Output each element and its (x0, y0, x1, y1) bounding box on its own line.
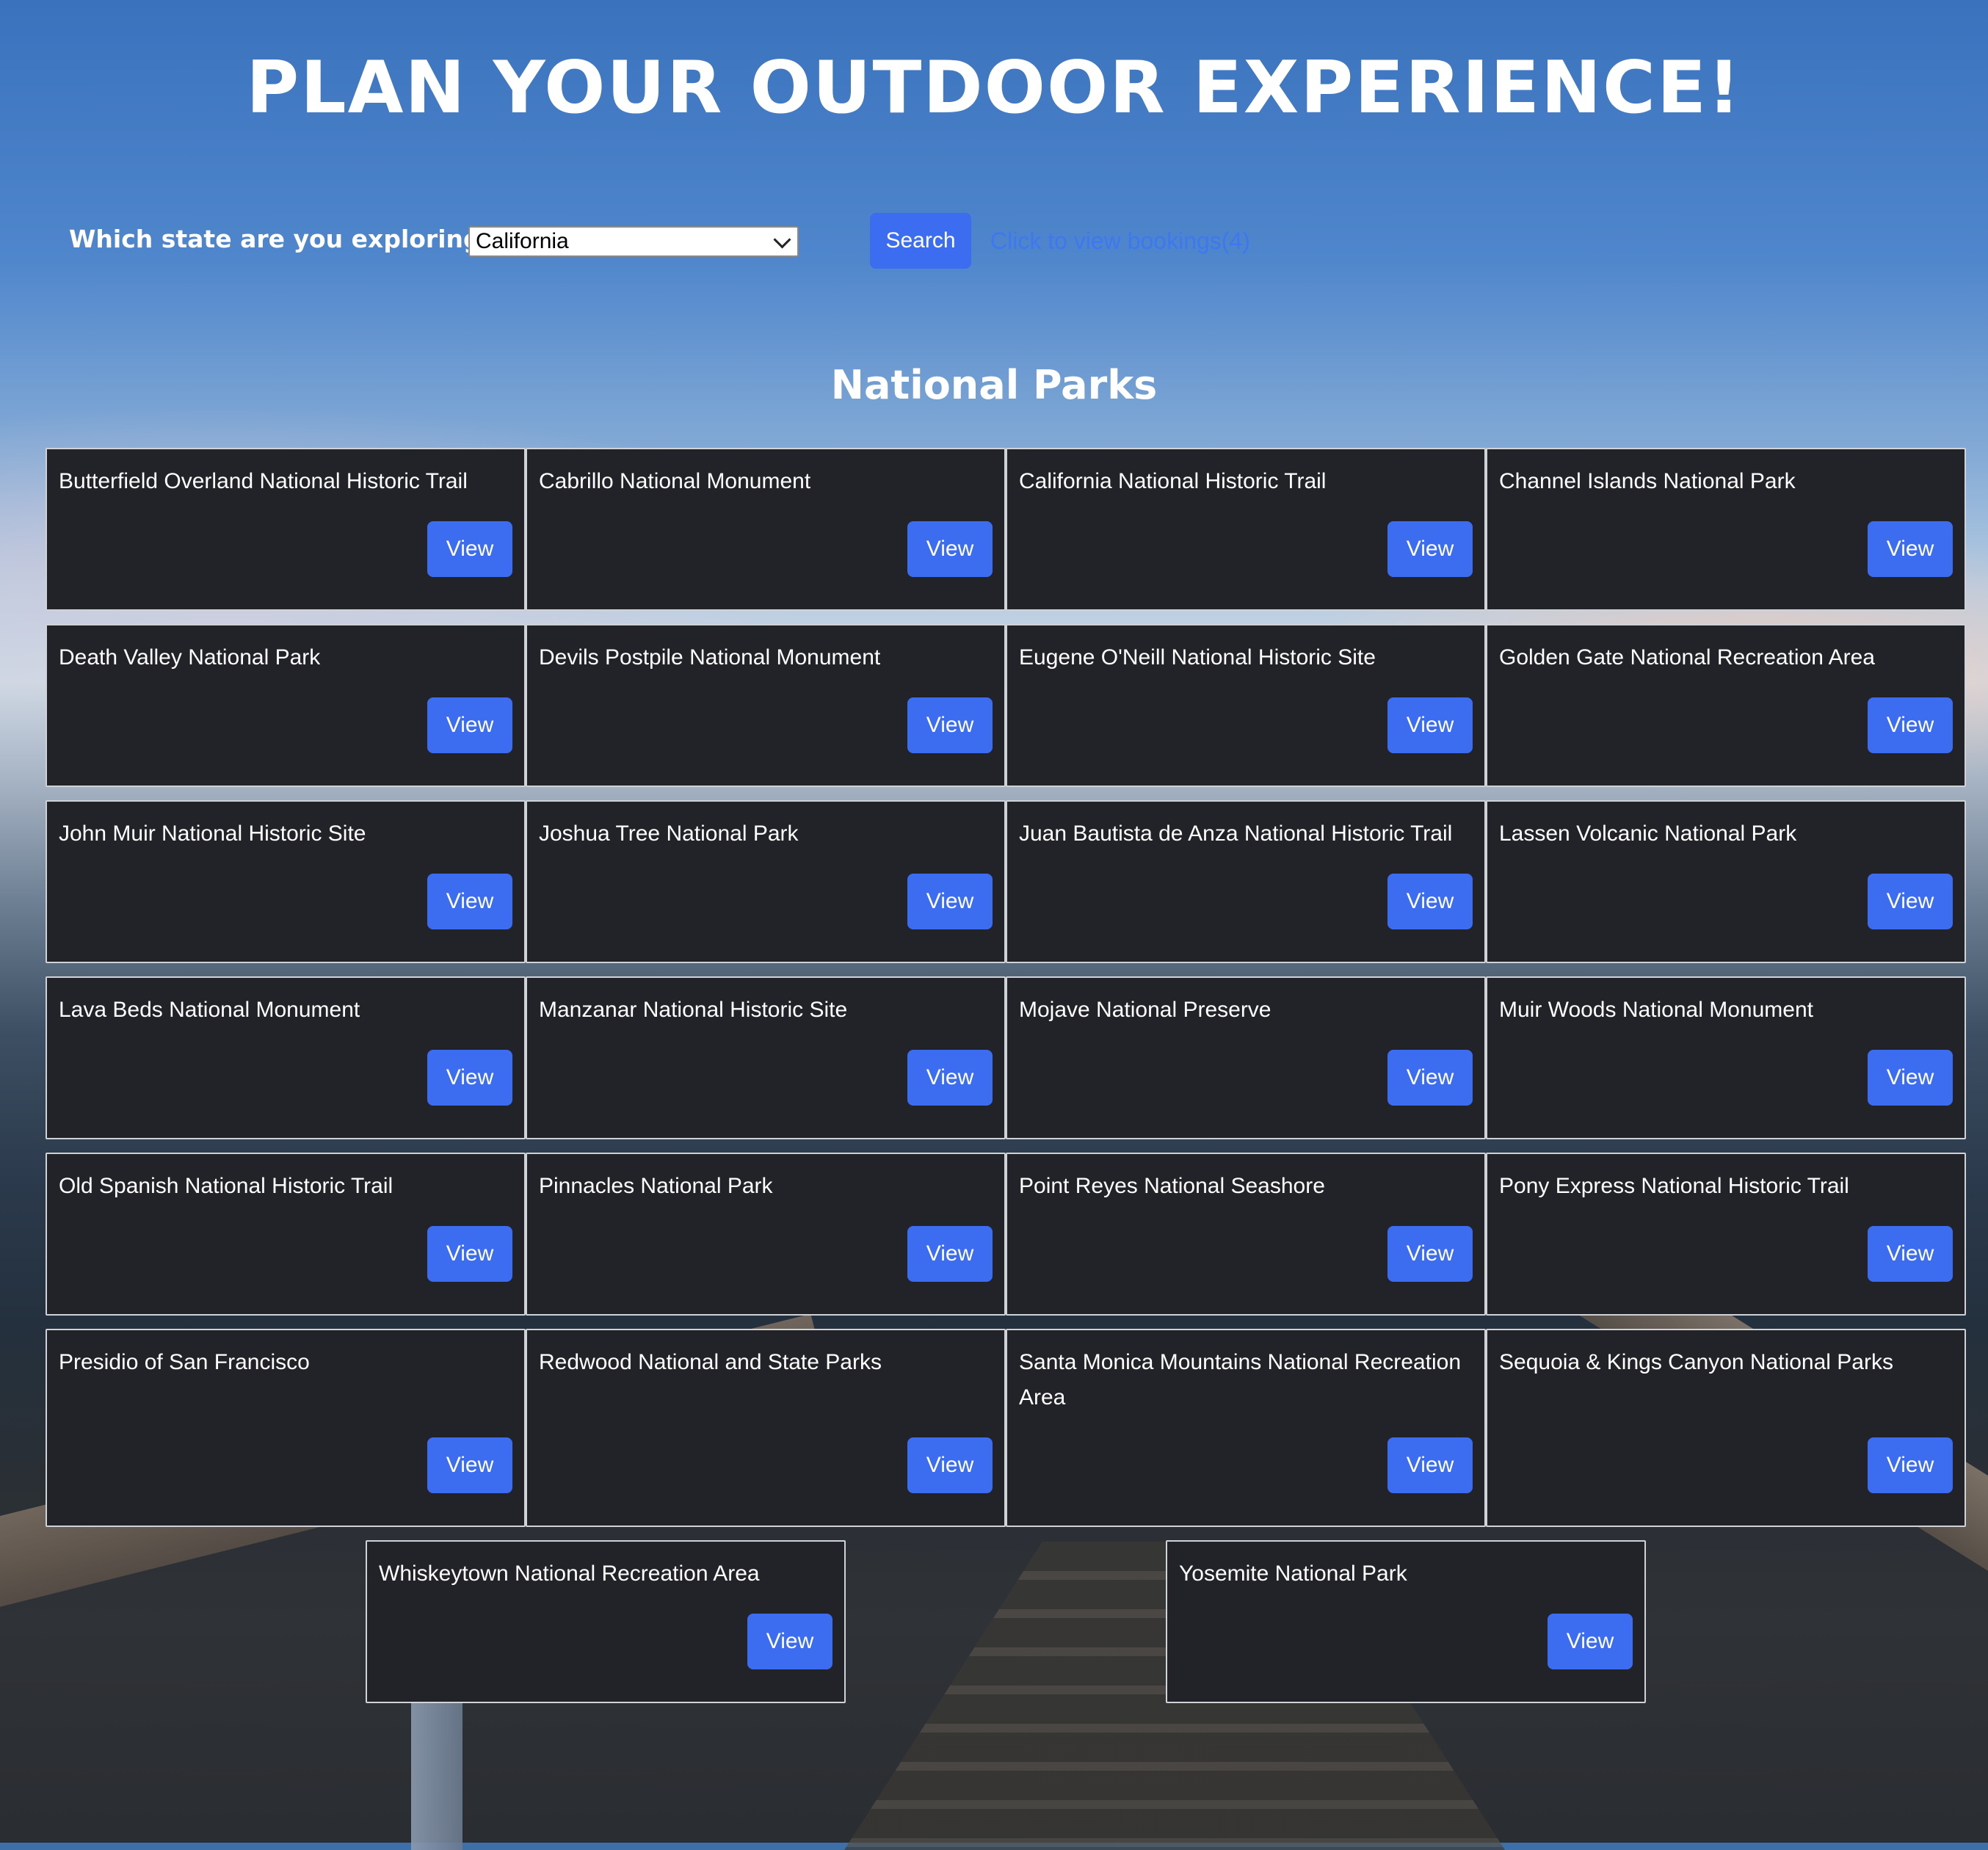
park-name: Lassen Volcanic National Park (1499, 821, 1797, 846)
park-name: Presidio of San Francisco (59, 1350, 310, 1374)
state-select-value: California (476, 229, 569, 253)
park-card: Point Reyes National Seashore View (1006, 1153, 1486, 1316)
park-card: Lassen Volcanic National Park View (1486, 800, 1966, 963)
state-select[interactable]: California (468, 226, 799, 257)
park-card: Butterfield Overland National Historic T… (46, 448, 526, 611)
park-card: Sequoia & Kings Canyon National Parks Vie… (1486, 1329, 1966, 1527)
park-name: Sequoia & Kings Canyon National Parks (1499, 1350, 1893, 1374)
park-card: Lava Beds National Monument View (46, 976, 526, 1139)
park-name: Lava Beds National Monument (59, 998, 360, 1022)
search-button[interactable]: Search (870, 213, 971, 269)
park-name: Santa Monica Mountains National Recreati… (1019, 1350, 1462, 1410)
view-park-button[interactable]: View (427, 1050, 512, 1106)
park-card: Mojave National Preserve View (1006, 976, 1486, 1139)
park-card: Cabrillo National Monument View (526, 448, 1006, 611)
park-card: Devils Postpile National Monument View (526, 624, 1006, 787)
view-park-button[interactable]: View (427, 521, 512, 577)
park-card: Yosemite National Park View (1166, 1540, 1646, 1703)
park-card: Whiskeytown National Recreation Area View (366, 1540, 846, 1703)
view-park-button[interactable]: View (1387, 874, 1473, 929)
park-name: Butterfield Overland National Historic T… (59, 469, 468, 493)
park-card: John Muir National Historic Site View (46, 800, 526, 963)
park-card: Juan Bautista de Anza National Historic … (1006, 800, 1486, 963)
park-card: Old Spanish National Historic Trail View (46, 1153, 526, 1316)
view-park-button[interactable]: View (1868, 1437, 1953, 1493)
view-park-button[interactable]: View (1387, 1050, 1473, 1106)
park-name: California National Historic Trail (1019, 469, 1327, 493)
view-park-button[interactable]: View (907, 874, 993, 929)
park-name: Golden Gate National Recreation Area (1499, 645, 1875, 670)
park-card: California National Historic Trail View (1006, 448, 1486, 611)
view-park-button[interactable]: View (1387, 521, 1473, 577)
park-name: Point Reyes National Seashore (1019, 1174, 1325, 1198)
chevron-down-icon (773, 231, 791, 249)
view-park-button[interactable]: View (427, 697, 512, 753)
park-name: Yosemite National Park (1179, 1561, 1407, 1586)
park-name: Manzanar National Historic Site (539, 998, 848, 1022)
park-name: Cabrillo National Monument (539, 469, 811, 493)
park-name: Channel Islands National Park (1499, 469, 1796, 493)
park-name: Old Spanish National Historic Trail (59, 1174, 393, 1198)
park-card: Presidio of San Francisco View (46, 1329, 526, 1527)
view-bookings-link[interactable]: Click to view bookings(4) (990, 226, 1250, 255)
view-park-button[interactable]: View (1868, 1050, 1953, 1106)
park-card: Muir Woods National Monument View (1486, 976, 1966, 1139)
state-label: Which state are you exploring? (69, 225, 495, 253)
view-park-button[interactable]: View (427, 874, 512, 929)
park-card: Redwood National and State Parks View (526, 1329, 1006, 1527)
view-park-button[interactable]: View (1387, 1437, 1473, 1493)
park-card: Eugene O'Neill National Historic Site Vie… (1006, 624, 1486, 787)
view-park-button[interactable]: View (427, 1226, 512, 1282)
park-name: Whiskeytown National Recreation Area (379, 1561, 760, 1586)
park-name: Muir Woods National Monument (1499, 998, 1813, 1022)
park-card: Golden Gate National Recreation Area View (1486, 624, 1966, 787)
park-name: Pony Express National Historic Trail (1499, 1174, 1849, 1198)
view-park-button[interactable]: View (427, 1437, 512, 1493)
park-card: Death Valley National Park View (46, 624, 526, 787)
view-park-button[interactable]: View (1868, 874, 1953, 929)
view-park-button[interactable]: View (907, 697, 993, 753)
view-park-button[interactable]: View (1868, 1226, 1953, 1282)
park-name: Eugene O'Neill National Historic Site (1019, 645, 1376, 670)
view-park-button[interactable]: View (1868, 521, 1953, 577)
view-park-button[interactable]: View (907, 1050, 993, 1106)
park-name: Juan Bautista de Anza National Historic … (1019, 821, 1453, 846)
park-name: Redwood National and State Parks (539, 1350, 882, 1374)
park-card: Pinnacles National Park View (526, 1153, 1006, 1316)
view-park-button[interactable]: View (747, 1614, 832, 1669)
park-card: Pony Express National Historic Trail View (1486, 1153, 1966, 1316)
park-name: Death Valley National Park (59, 645, 321, 670)
park-name: John Muir National Historic Site (59, 821, 366, 846)
park-name: Mojave National Preserve (1019, 998, 1271, 1022)
view-park-button[interactable]: View (1387, 697, 1473, 753)
view-park-button[interactable]: View (1387, 1226, 1473, 1282)
state-search-bar: Which state are you exploring? Californi… (69, 213, 1904, 269)
park-card: Channel Islands National Park View (1486, 448, 1966, 611)
park-name: Joshua Tree National Park (539, 821, 799, 846)
view-park-button[interactable]: View (1868, 697, 1953, 753)
view-park-button[interactable]: View (907, 1226, 993, 1282)
park-name: Pinnacles National Park (539, 1174, 773, 1198)
view-park-button[interactable]: View (907, 1437, 993, 1493)
page-content: PLAN YOUR OUTDOOR EXPERIENCE! Which stat… (0, 0, 1988, 1843)
section-title: National Parks (830, 362, 1158, 408)
park-name: Devils Postpile National Monument (539, 645, 881, 670)
page-title: PLAN YOUR OUTDOOR EXPERIENCE! (246, 46, 1742, 130)
view-park-button[interactable]: View (1548, 1614, 1633, 1669)
park-card: Joshua Tree National Park View (526, 800, 1006, 963)
park-card: Manzanar National Historic Site View (526, 976, 1006, 1139)
view-park-button[interactable]: View (907, 521, 993, 577)
park-card: Santa Monica Mountains National Recreati… (1006, 1329, 1486, 1527)
